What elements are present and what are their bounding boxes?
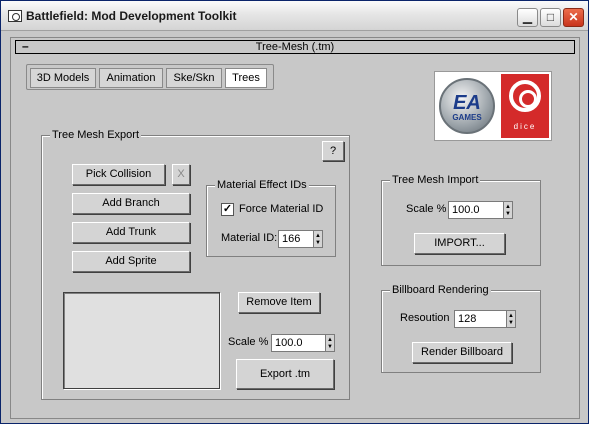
mesh-item-listbox[interactable] xyxy=(63,292,220,389)
import-scale-label: Scale % xyxy=(406,203,447,215)
tab-bar: 3D Models Animation Ske/Skn Trees xyxy=(26,64,274,90)
spinner-down-icon[interactable]: ▼ xyxy=(315,240,321,246)
material-id-spinner[interactable]: 166 ▲ ▼ xyxy=(278,230,323,248)
billboard-rendering-group: Billboard Rendering Resoution 128 ▲ ▼ Re… xyxy=(381,284,541,373)
resolution-spinner[interactable]: 128 ▲ ▼ xyxy=(454,310,516,328)
title-bar[interactable]: Battlefield: Mod Development Toolkit ▁ □… xyxy=(1,1,588,31)
material-id-label: Material ID: xyxy=(221,232,278,244)
tree-mesh-export-group: Tree Mesh Export ? Pick Collision X Add … xyxy=(41,129,350,400)
resolution-arrows[interactable]: ▲ ▼ xyxy=(506,310,516,328)
force-material-label: Force Material ID xyxy=(239,203,324,215)
render-billboard-button[interactable]: Render Billboard xyxy=(412,342,512,363)
dice-logo: dice xyxy=(501,74,549,138)
import-scale-spinner[interactable]: 100.0 ▲ ▼ xyxy=(448,201,513,219)
ea-logo-subtext: GAMES xyxy=(452,113,482,122)
force-material-checkbox[interactable]: ✓ xyxy=(221,203,234,216)
ea-logo-text: EA xyxy=(453,92,481,114)
export-tm-button[interactable]: Export .tm xyxy=(236,359,334,389)
export-group-label: Tree Mesh Export xyxy=(50,129,142,141)
ea-games-logo: EA GAMES xyxy=(439,78,495,134)
remove-item-button[interactable]: Remove Item xyxy=(238,292,320,313)
export-scale-label: Scale % xyxy=(228,336,269,348)
import-group-label: Tree Mesh Import xyxy=(390,174,481,186)
rollout-title: Tree-Mesh (.tm) xyxy=(255,41,335,53)
spinner-up-icon[interactable]: ▲ xyxy=(327,337,333,343)
spinner-up-icon[interactable]: ▲ xyxy=(508,313,514,319)
material-group-label: Material Effect IDs xyxy=(215,179,309,191)
tab-ske-skn[interactable]: Ske/Skn xyxy=(166,68,222,88)
billboard-group-label: Billboard Rendering xyxy=(390,284,491,296)
export-scale-field[interactable]: 100.0 xyxy=(271,334,325,352)
add-sprite-button[interactable]: Add Sprite xyxy=(72,251,190,272)
tree-mesh-import-group: Tree Mesh Import Scale % 100.0 ▲ ▼ IMPOR… xyxy=(381,174,541,266)
material-id-field[interactable]: 166 xyxy=(278,230,313,248)
pick-collision-button[interactable]: Pick Collision xyxy=(72,164,165,185)
export-scale-arrows[interactable]: ▲ ▼ xyxy=(325,334,335,352)
app-window: Battlefield: Mod Development Toolkit ▁ □… xyxy=(0,0,589,424)
spinner-down-icon[interactable]: ▼ xyxy=(505,211,511,217)
spinner-up-icon[interactable]: ▲ xyxy=(315,233,321,239)
resolution-field[interactable]: 128 xyxy=(454,310,506,328)
tab-3d-models[interactable]: 3D Models xyxy=(30,68,96,88)
dice-logo-text: dice xyxy=(513,122,537,131)
minimize-button[interactable]: ▁ xyxy=(517,8,538,27)
maximize-button[interactable]: □ xyxy=(540,8,561,27)
add-trunk-button[interactable]: Add Trunk xyxy=(72,222,190,243)
logo-panel: EA GAMES dice xyxy=(434,71,552,141)
spinner-down-icon[interactable]: ▼ xyxy=(508,320,514,326)
rollout-header[interactable]: – Tree-Mesh (.tm) xyxy=(15,39,575,54)
add-branch-button[interactable]: Add Branch xyxy=(72,193,190,214)
spinner-down-icon[interactable]: ▼ xyxy=(327,344,333,350)
tree-mesh-rollout: – Tree-Mesh (.tm) 3D Models Animation Sk… xyxy=(10,37,580,419)
export-scale-spinner[interactable]: 100.0 ▲ ▼ xyxy=(271,334,335,352)
help-button[interactable]: ? xyxy=(322,141,344,161)
dice-ring-icon xyxy=(509,80,541,112)
app-icon[interactable] xyxy=(8,10,22,22)
material-id-arrows[interactable]: ▲ ▼ xyxy=(313,230,323,248)
import-scale-arrows[interactable]: ▲ ▼ xyxy=(503,201,513,219)
material-effect-ids-group: Material Effect IDs ✓ Force Material ID … xyxy=(206,179,336,257)
import-scale-field[interactable]: 100.0 xyxy=(448,201,503,219)
resolution-label: Resoution xyxy=(400,312,450,324)
clear-collision-button[interactable]: X xyxy=(172,164,190,185)
close-button[interactable]: ✕ xyxy=(563,8,584,27)
import-button[interactable]: IMPORT... xyxy=(414,233,505,254)
window-title: Battlefield: Mod Development Toolkit xyxy=(26,9,237,23)
tab-animation[interactable]: Animation xyxy=(99,68,163,88)
spinner-up-icon[interactable]: ▲ xyxy=(505,204,511,210)
tab-trees[interactable]: Trees xyxy=(225,68,267,88)
